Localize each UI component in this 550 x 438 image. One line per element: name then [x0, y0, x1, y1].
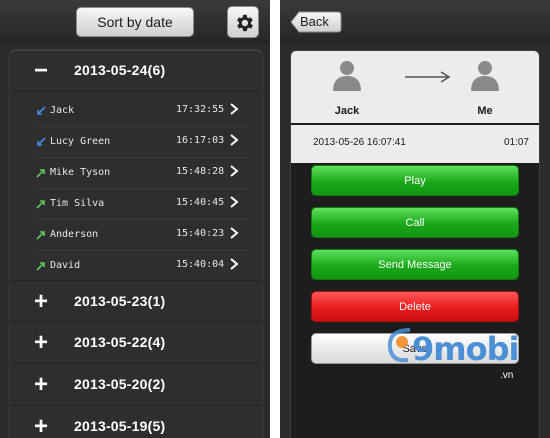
chevron-right-icon	[230, 103, 239, 115]
group-date-label: 2013-05-23(1)	[74, 293, 166, 309]
send-message-button[interactable]: Send Message	[311, 249, 519, 280]
caller-name: Jack	[334, 105, 360, 117]
date-group-header[interactable]: + 2013-05-23(1)	[10, 280, 262, 322]
chevron-right-icon	[230, 165, 239, 177]
top-bar: Sort by date	[0, 0, 270, 44]
call-row[interactable]: Jack 17:32:55	[36, 96, 248, 127]
caller-name: Anderson	[50, 229, 99, 240]
back-button[interactable]: Back	[290, 11, 342, 33]
top-bar: Back	[280, 0, 550, 44]
caller-name: Tim Silva	[50, 198, 105, 209]
call-log-screen: Sort by date − 2013-05-24(6) Jack 17:32:…	[0, 0, 270, 438]
date-group-header[interactable]: + 2013-05-19(5)	[10, 406, 262, 438]
call-time: 15:40:04	[176, 259, 225, 270]
call-time: 17:32:55	[176, 104, 225, 115]
group-date-label: 2013-05-22(4)	[74, 334, 166, 350]
outgoing-call-icon	[36, 261, 46, 271]
expand-icon: +	[33, 288, 48, 315]
collapse-icon: −	[33, 57, 48, 84]
call-info-bar: 2013-05-26 16:07:41 01:07	[291, 125, 539, 163]
watermark-text: 9mobi	[412, 330, 519, 368]
watermark-tld: .vn	[500, 370, 514, 381]
call-duration: 01:07	[503, 137, 529, 148]
back-label: Back	[300, 14, 329, 29]
call-datetime: 2013-05-26 16:07:41	[313, 137, 406, 148]
outgoing-call-icon	[36, 168, 46, 178]
chevron-right-icon	[230, 134, 239, 146]
outgoing-call-icon	[36, 199, 46, 209]
call-detail-screen: Back Jack Me 2013-05-26 16:07:41 01:07 P…	[280, 0, 550, 438]
call-row[interactable]: Mike Tyson 15:48:28	[36, 158, 248, 189]
call-button[interactable]: Call	[311, 207, 519, 238]
call-time: 16:17:03	[176, 135, 225, 146]
caller-name: Lucy Green	[50, 136, 111, 147]
call-row[interactable]: Tim Silva 15:40:45	[36, 189, 248, 220]
outgoing-call-icon	[36, 230, 46, 240]
call-row[interactable]: Anderson 15:40:23	[36, 220, 248, 251]
date-group-header[interactable]: + 2013-05-22(4)	[10, 322, 262, 364]
sort-by-date-button[interactable]: Sort by date	[76, 7, 194, 37]
call-log-list: − 2013-05-24(6) Jack 17:32:55 Lucy Green…	[10, 50, 262, 438]
call-time: 15:48:28	[176, 166, 225, 177]
caller-avatar-icon	[333, 61, 361, 91]
receiver-avatar-icon	[471, 61, 499, 91]
incoming-call-icon	[36, 106, 46, 116]
incoming-call-icon	[36, 137, 46, 147]
receiver-name: Me	[477, 105, 493, 117]
expand-icon: +	[33, 413, 48, 438]
group-date-label: 2013-05-20(2)	[74, 376, 166, 392]
expand-icon: +	[33, 371, 48, 398]
settings-button[interactable]	[227, 6, 259, 38]
chevron-right-icon	[230, 227, 239, 239]
date-group-header[interactable]: + 2013-05-20(2)	[10, 364, 262, 406]
caller-name: Jack	[50, 105, 75, 116]
play-button[interactable]: Play	[311, 165, 519, 196]
expand-icon: +	[33, 329, 48, 356]
group-date-label: 2013-05-24(6)	[74, 62, 166, 78]
chevron-right-icon	[230, 258, 239, 270]
call-parties-card: Jack Me	[291, 51, 539, 123]
caller-name: David	[50, 260, 81, 271]
chevron-right-icon	[230, 196, 239, 208]
call-time: 15:40:45	[176, 197, 225, 208]
watermark-logo: 9mobi .vn	[380, 318, 530, 388]
date-group-header[interactable]: − 2013-05-24(6)	[10, 50, 262, 92]
group-date-label: 2013-05-19(5)	[74, 418, 166, 434]
call-row[interactable]: Lucy Green 16:17:03	[36, 127, 248, 158]
arrow-right-icon	[405, 71, 451, 83]
call-row[interactable]: David 15:40:04	[36, 251, 248, 282]
gear-icon	[237, 14, 253, 32]
call-time: 15:40:23	[176, 228, 225, 239]
caller-name: Mike Tyson	[50, 167, 111, 178]
